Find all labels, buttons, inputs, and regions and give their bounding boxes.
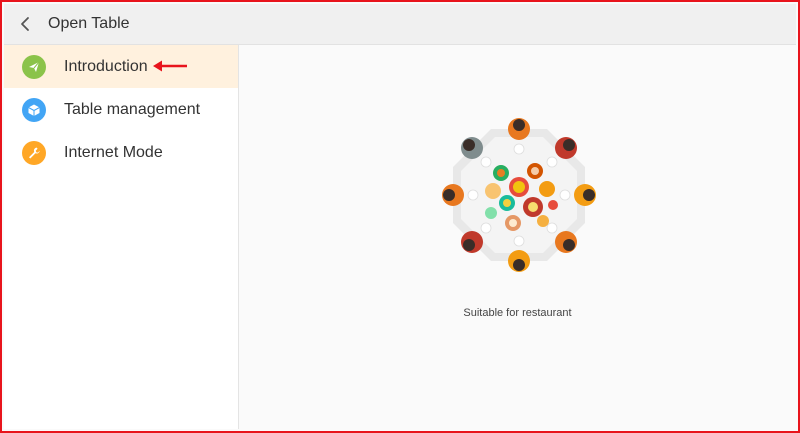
page-title: Open Table — [48, 15, 130, 32]
sidebar-item-introduction[interactable]: Introduction — [4, 45, 238, 88]
app-window: Open Table Introduction Table management… — [0, 0, 800, 433]
sidebar-item-label: Table management — [64, 100, 201, 118]
sidebar-item-internet-mode[interactable]: Internet Mode — [4, 131, 238, 174]
round-dining-table-illustration — [442, 118, 596, 272]
wrench-icon — [22, 140, 46, 165]
top-bar: Open Table — [4, 4, 796, 45]
back-button[interactable] — [4, 4, 48, 45]
sidebar: Introduction Table management Internet M… — [4, 45, 239, 429]
sidebar-item-label: Internet Mode — [64, 143, 163, 161]
cube-icon — [22, 97, 46, 122]
content-area: Suitable for restaurant — [239, 45, 796, 429]
illustration-caption: Suitable for restaurant — [463, 307, 572, 319]
chevron-left-icon — [21, 17, 29, 31]
send-icon — [22, 54, 46, 79]
annotation-arrow-icon — [153, 60, 187, 72]
sidebar-item-table-management[interactable]: Table management — [4, 88, 238, 131]
sidebar-item-label: Introduction — [64, 57, 148, 75]
